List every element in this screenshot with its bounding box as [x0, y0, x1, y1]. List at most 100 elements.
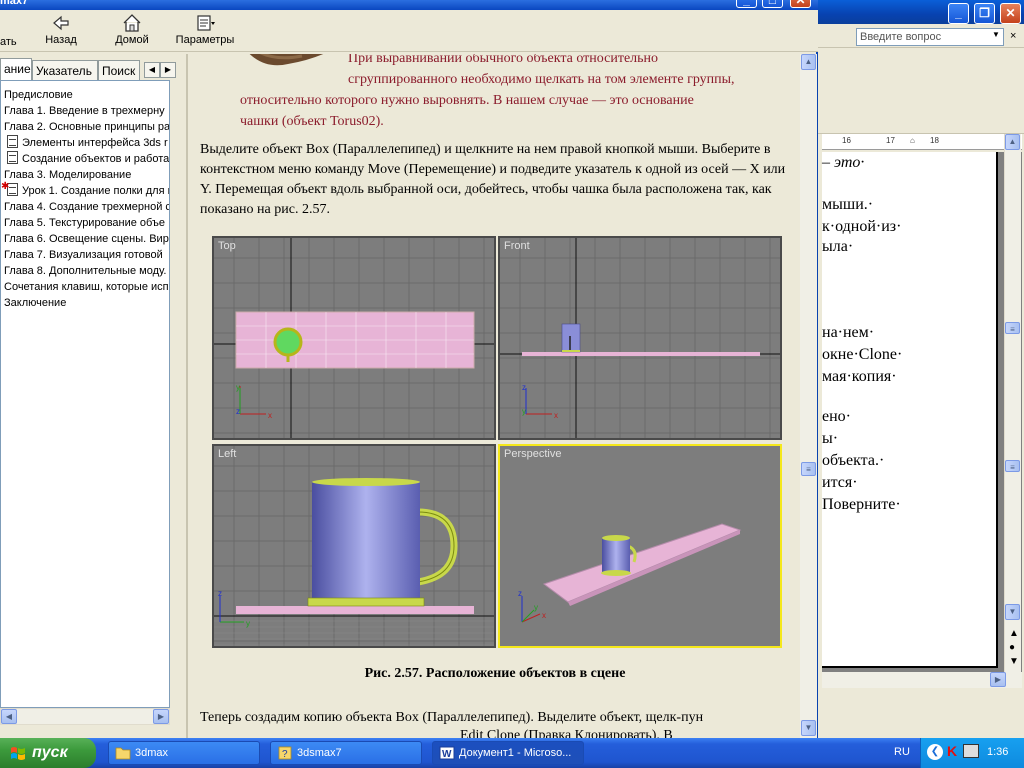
folder-icon [115, 747, 131, 760]
tab-scroll-right-icon[interactable]: ▶ [160, 62, 176, 78]
horizontal-ruler[interactable]: 16 17 ⌂ 18 [822, 134, 1022, 150]
tree-item-label: Создание объектов и работа [22, 153, 170, 165]
tab-contents[interactable]: ание [0, 58, 32, 80]
page-line: Поверните· [822, 496, 901, 513]
word-vertical-scrollbar[interactable]: ▲ ≡ ≡ ▼ ▲ ● ▼ [1004, 134, 1021, 672]
svg-text:y: y [246, 619, 250, 628]
browse-previous-icon[interactable]: ▲ [1009, 628, 1019, 639]
tree-item-label: Сочетания клавиш, которые исп [4, 281, 169, 293]
document-page[interactable]: – это· мыши.· к·одной·из· ыла· на·нем· о… [822, 152, 998, 668]
svg-text:W: W [442, 749, 452, 760]
taskbar-item-3dsmax7[interactable]: ? 3dsmax7 [270, 741, 422, 765]
scroll-up-icon[interactable]: ▲ [801, 54, 816, 70]
tree-item[interactable]: Создание объектов и работа [7, 151, 169, 167]
home-button[interactable]: Домой [114, 12, 150, 46]
close-button[interactable]: ✕ [1000, 3, 1021, 24]
scroll-thumb[interactable]: ≡ [801, 462, 816, 476]
hide-button[interactable]: ать [0, 36, 17, 48]
scroll-thumb[interactable]: ≡ [1005, 322, 1020, 334]
document-area: – это· мыши.· к·одной·из· ыла· на·нем· о… [822, 152, 1022, 672]
tree-item[interactable]: Сочетания клавиш, которые исп [4, 279, 169, 295]
minimize-button[interactable]: _ [948, 3, 969, 24]
scroll-left-icon[interactable]: ◀ [1, 709, 17, 724]
tree-item[interactable]: Глава 7. Визуализация готовой [4, 247, 163, 263]
front-view-scene: z y x [500, 238, 780, 438]
start-button[interactable]: пуск [0, 738, 96, 768]
taskbar-item-3dmax[interactable]: 3dmax [108, 741, 260, 765]
indent-marker-icon[interactable]: ⌂ [910, 136, 915, 145]
tree-item[interactable]: Глава 2. Основные принципы ра [4, 119, 169, 135]
tree-item-selected[interactable]: Урок 1. Создание полки для г [1, 179, 170, 199]
tree-item[interactable]: Глава 1. Введение в трехмерну [4, 103, 165, 119]
figure-caption: Рис. 2.57. Расположение объектов в сцене [364, 666, 626, 681]
tree-item[interactable]: Глава 3. Моделирование [4, 167, 131, 183]
tree-item[interactable]: Элементы интерфейса 3ds r [7, 135, 168, 151]
top-view-scene: y z x [214, 238, 494, 438]
word-horizontal-scrollbar[interactable]: ▶ [822, 672, 1022, 688]
tree-item-label: Глава 1. Введение в трехмерну [4, 105, 165, 117]
word-status-area [822, 690, 1022, 736]
perspective-view-scene: z x y [518, 523, 742, 623]
taskbar-item-word[interactable]: W Документ1 - Microso... [432, 741, 584, 765]
tree-item-label: Урок 1. Создание полки для г [22, 185, 170, 197]
tree-item[interactable]: Глава 6. Освещение сцены. Вир [4, 231, 169, 247]
maximize-button[interactable]: □ [762, 0, 783, 8]
scroll-down-icon[interactable]: ▼ [801, 720, 816, 736]
cup-top-object [273, 327, 303, 357]
browse-object-icon[interactable]: ● [1009, 642, 1015, 653]
instruction-paragraph: Теперь создадим копию объекта Box (Парал… [200, 708, 796, 738]
word-toolbars [818, 48, 1024, 134]
viewport-top[interactable]: y z x Top [212, 236, 496, 440]
note-block: При выравнивании обычного объекта относи… [240, 54, 800, 132]
nav-horizontal-scrollbar[interactable]: ◀ ▶ [0, 708, 170, 725]
tab-search[interactable]: Поиск [98, 60, 140, 80]
minimize-button[interactable]: _ [736, 0, 757, 8]
tree-item[interactable]: Заключение [4, 295, 66, 311]
task-label: 3dsmax7 [297, 747, 342, 759]
printer-icon[interactable] [963, 744, 979, 758]
scroll-up-icon[interactable]: ▲ [1005, 134, 1020, 150]
svg-text:y: y [522, 407, 526, 416]
scroll-thumb[interactable]: ≡ [1005, 460, 1020, 472]
system-tray: ❮ K 1:36 [920, 738, 1024, 768]
windows-logo-icon [11, 747, 25, 760]
word-icon: W [439, 746, 455, 760]
language-indicator[interactable]: RU [894, 746, 910, 758]
svg-text:z: z [518, 589, 522, 598]
tab-scroll-left-icon[interactable]: ◀ [144, 62, 160, 78]
viewport-perspective[interactable]: z x y Perspective [498, 444, 782, 648]
help-toolbar: ать Назад Домой Параметры [0, 10, 818, 52]
close-button[interactable]: ✕ [790, 0, 811, 8]
scroll-right-icon[interactable]: ▶ [990, 672, 1006, 687]
ask-question-input[interactable]: Введите вопрос ▼ [856, 28, 1004, 46]
tree-item[interactable]: Глава 4. Создание трехмерной с [4, 199, 169, 215]
scroll-right-icon[interactable]: ▶ [153, 709, 169, 724]
tree-item-label: Элементы интерфейса 3ds r [22, 137, 168, 149]
scroll-down-icon[interactable]: ▼ [1005, 604, 1020, 620]
chevron-down-icon[interactable]: ▼ [990, 30, 1002, 44]
tab-index[interactable]: Указатель [32, 60, 98, 80]
viewport-front[interactable]: z y x Front [498, 236, 782, 440]
viewport-label: Front [504, 240, 530, 252]
tray-expand-icon[interactable]: ❮ [927, 744, 943, 760]
desktop: _ ❐ ✕ Введите вопрос ▼ × 16 17 ⌂ 18 – эт… [0, 0, 1024, 768]
back-button[interactable]: Назад [44, 12, 78, 46]
antivirus-icon[interactable]: K [947, 743, 957, 759]
start-label: пуск [32, 744, 68, 761]
svg-text:y: y [236, 383, 240, 392]
navigation-pane: ание Указатель Поиск ◀ ▶ Предисловие Гла… [0, 54, 180, 738]
close-document-button[interactable]: × [1010, 30, 1016, 42]
task-label: 3dmax [135, 747, 169, 759]
tree-item[interactable]: Глава 5. Текстурирование объе [4, 215, 165, 231]
page-line: ыла· [822, 238, 854, 255]
tree-item[interactable]: Предисловие [4, 87, 73, 103]
viewport-left[interactable]: z y Left [212, 444, 496, 648]
clock[interactable]: 1:36 [987, 746, 1008, 758]
options-button[interactable]: Параметры [174, 12, 236, 46]
options-icon [197, 15, 215, 31]
restore-button[interactable]: ❐ [974, 3, 995, 24]
browse-next-icon[interactable]: ▼ [1009, 656, 1019, 667]
tree-item[interactable]: Глава 8. Дополнительные моду. [4, 263, 166, 279]
word-menubar: Введите вопрос ▼ × [818, 24, 1024, 48]
content-vertical-scrollbar[interactable]: ▲ ≡ ▼ [800, 54, 817, 738]
